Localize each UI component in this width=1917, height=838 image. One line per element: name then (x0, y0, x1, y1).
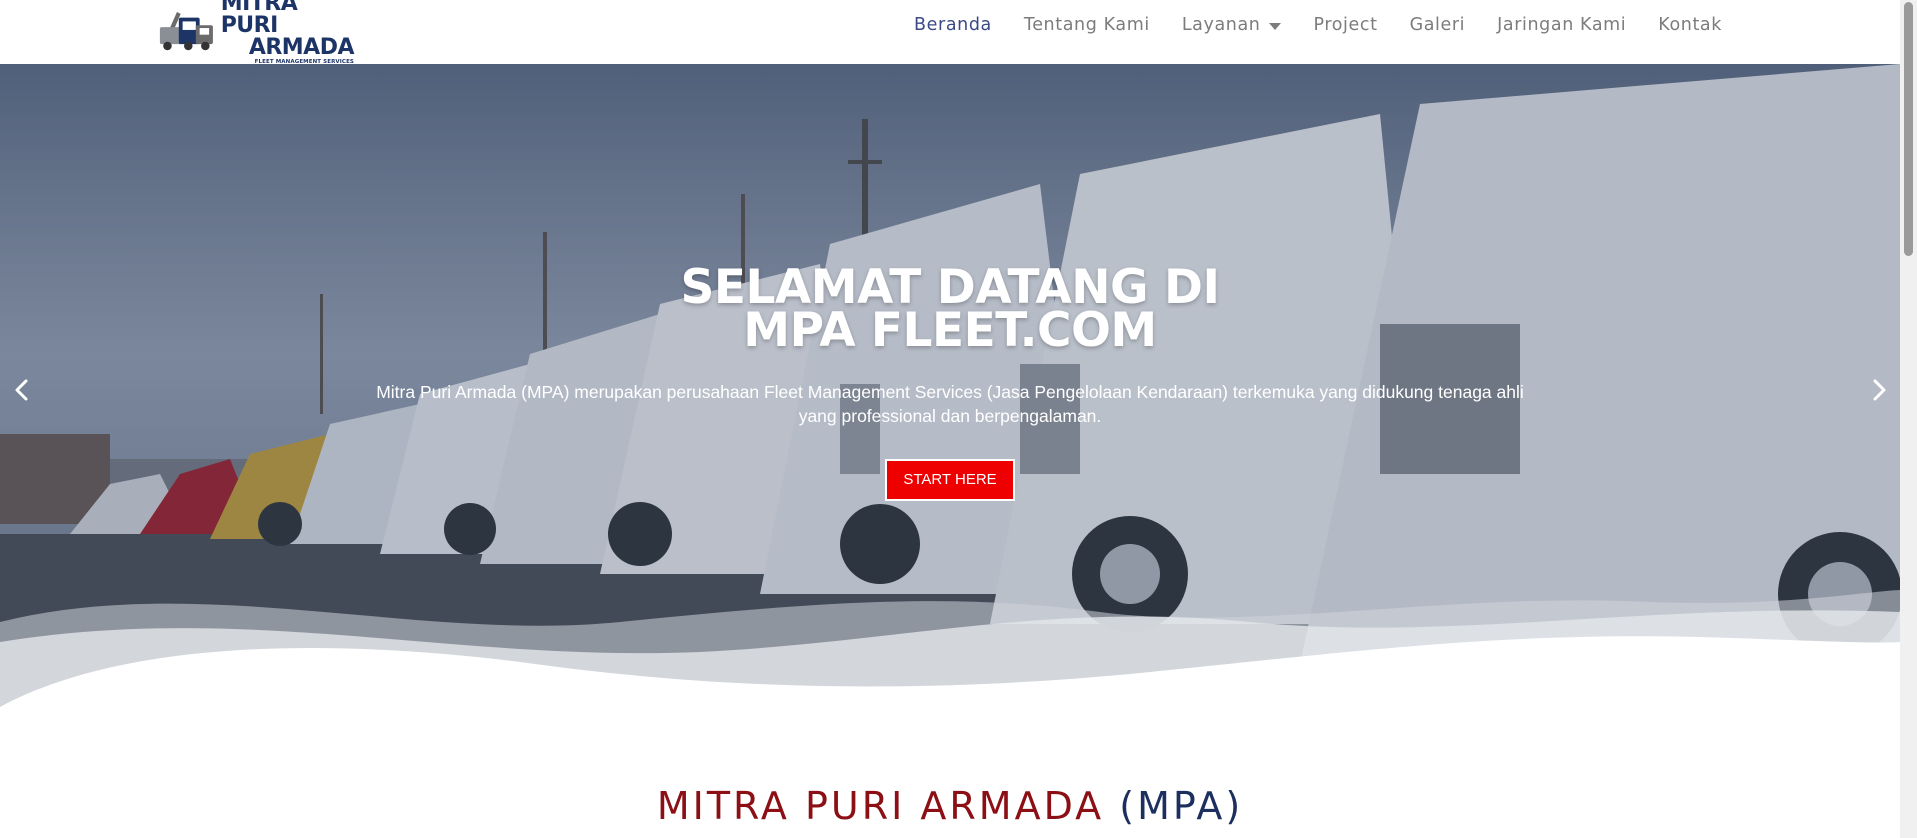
nav-item-label: Project (1313, 15, 1378, 35)
nav-item-label: Galeri (1409, 15, 1466, 35)
nav-item-label: Tentang Kami (1023, 15, 1150, 35)
site-logo[interactable]: MITRA PURI ARMADA FLEET MANAGEMENT SERVI… (158, 0, 355, 64)
main-nav: Beranda Tentang Kami Layanan Project Gal… (882, 15, 1722, 35)
nav-item-jaringan-kami[interactable]: Jaringan Kami (1497, 15, 1626, 35)
hero-title: SELAMAT DATANG DI MPA FLEET.COM (0, 264, 1900, 358)
nav-item-beranda[interactable]: Beranda (914, 15, 992, 35)
wave-divider (0, 590, 1900, 742)
caret-down-icon (1269, 22, 1282, 30)
logo-tagline: FLEET MANAGEMENT SERVICES (254, 58, 354, 65)
nav-item-layanan[interactable]: Layanan (1182, 15, 1282, 35)
logo-line-1: MITRA PURI (220, 0, 298, 38)
nav-item-kontak[interactable]: Kontak (1658, 15, 1722, 35)
chevron-right-icon (1873, 379, 1886, 401)
nav-item-galeri[interactable]: Galeri (1410, 15, 1466, 35)
slider-prev-button[interactable] (8, 376, 36, 404)
nav-item-label: Layanan (1181, 15, 1261, 35)
nav-item-tentang-kami[interactable]: Tentang Kami (1024, 15, 1150, 35)
site-header: MITRA PURI ARMADA FLEET MANAGEMENT SERVI… (0, 0, 1900, 64)
section-title-red: MITRA PURI ARMADA (656, 784, 1105, 828)
hero-title-line-2: MPA FLEET.COM (743, 303, 1157, 358)
nav-item-label: Jaringan Kami (1497, 15, 1627, 35)
logo-line-2: ARMADA (248, 34, 355, 60)
nav-item-project[interactable]: Project (1313, 15, 1377, 35)
page-scrollbar[interactable] (1900, 0, 1917, 838)
scrollbar-thumb[interactable] (1904, 2, 1913, 256)
nav-item-label: Beranda (914, 15, 992, 35)
slider-next-button[interactable] (1865, 376, 1893, 404)
section-title-blue: (MPA) (1119, 784, 1244, 828)
section-title: MITRA PURI ARMADA (MPA) (0, 782, 1900, 830)
chevron-left-icon (15, 379, 28, 401)
truck-logo-icon (159, 11, 213, 51)
hero-content: SELAMAT DATANG DI MPA FLEET.COM Mitra Pu… (0, 264, 1900, 501)
start-here-button[interactable]: START HERE (885, 459, 1015, 501)
hero-subtitle: Mitra Puri Armada (MPA) merupakan perusa… (376, 382, 1524, 426)
nav-item-label: Kontak (1658, 15, 1722, 35)
